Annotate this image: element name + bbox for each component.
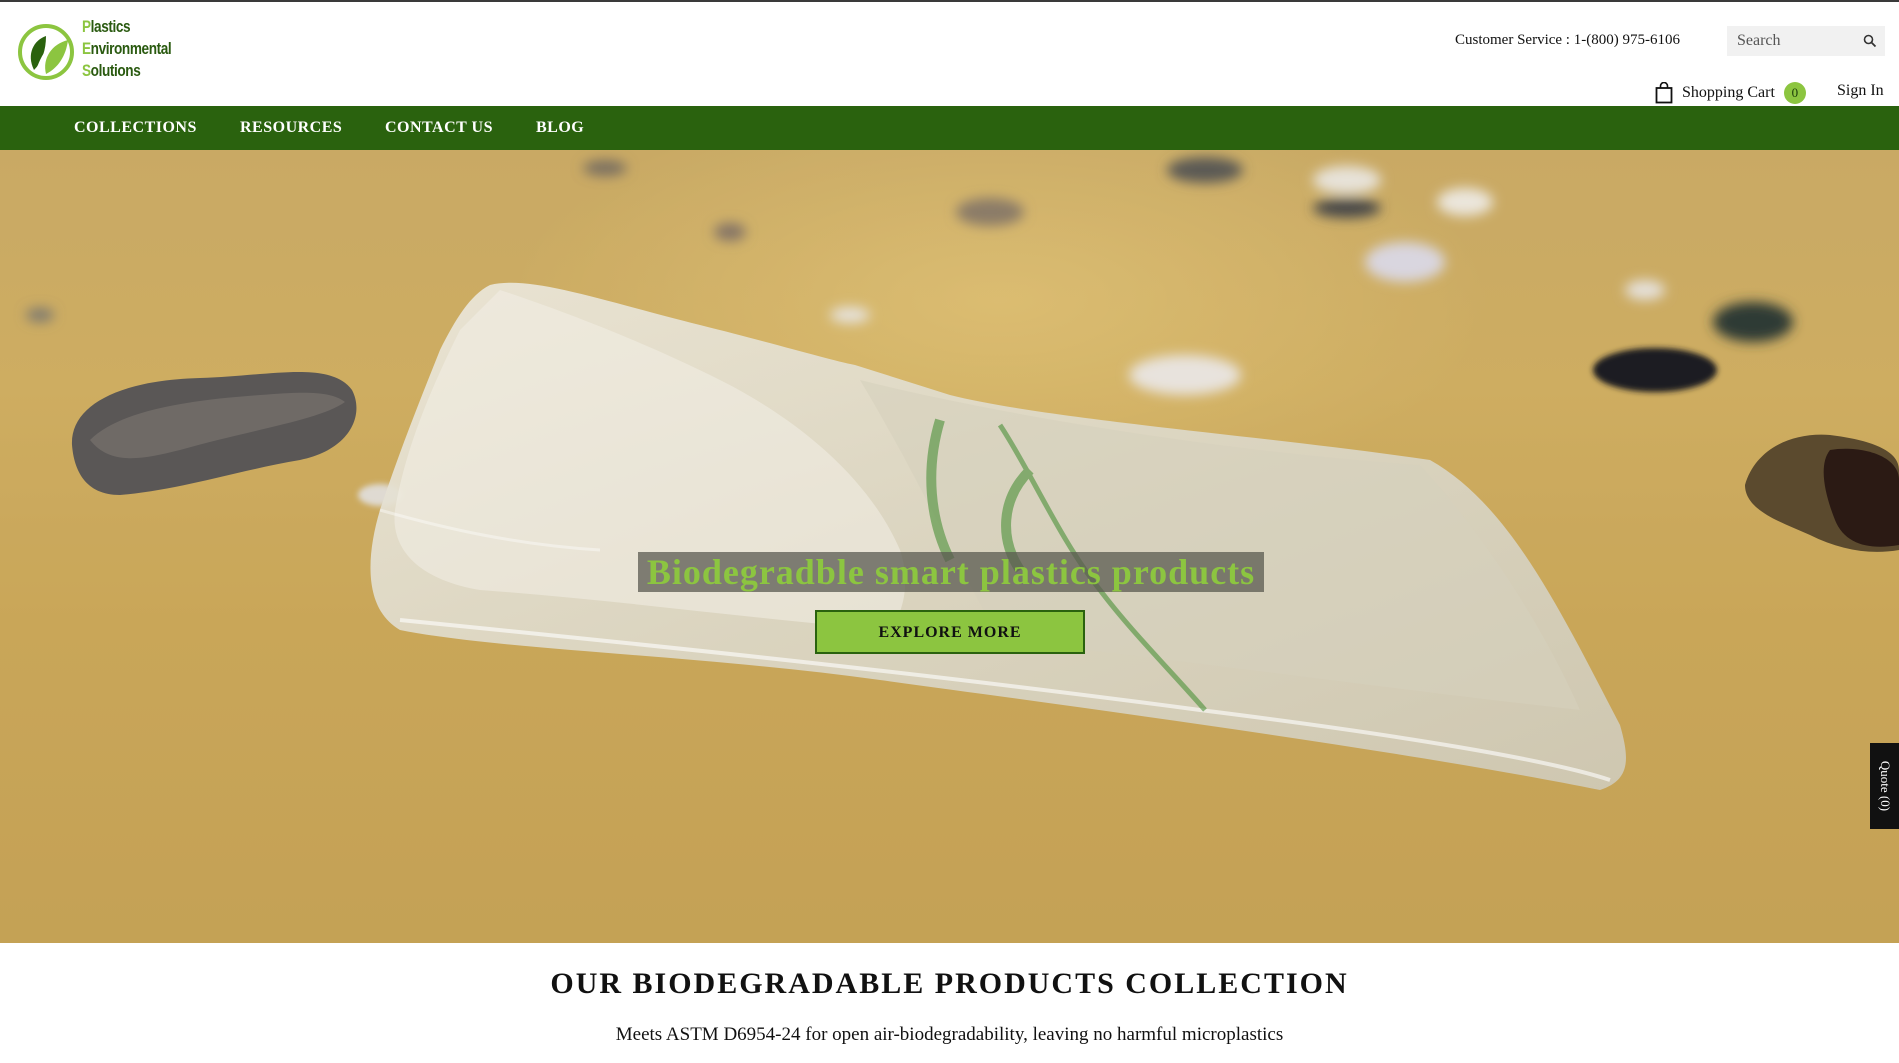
logo-line-1: Plastics [82,17,131,36]
sign-in-link[interactable]: Sign In [1837,82,1884,100]
logo-line-2: Environmental [82,39,172,58]
shopping-cart-link[interactable]: Shopping Cart 0 [1655,80,1806,106]
quote-tab[interactable]: Quote (0) [1870,743,1899,829]
search-input[interactable] [1727,26,1867,56]
nav-blog[interactable]: BLOG [536,106,584,150]
nav-contact-us[interactable]: CONTACT US [385,106,493,150]
site-header: Plastics Environmental Solutions Custome… [0,2,1899,106]
logo-line-3: Solutions [82,61,141,80]
hero-banner: Biodegradble smart plastics products EXP… [0,150,1899,943]
main-nav: COLLECTIONS RESOURCES CONTACT US BLOG [0,106,1899,150]
nav-resources[interactable]: RESOURCES [240,106,342,150]
customer-service-phone: Customer Service : 1-(800) 975-6106 [1455,32,1680,48]
leaf-logo-icon [18,24,74,80]
shopping-bag-icon [1655,82,1673,104]
collection-title: OUR BIODEGRADABLE PRODUCTS COLLECTION [550,967,1349,1000]
hero-headline: Biodegradble smart plastics products [638,552,1264,592]
nav-collections[interactable]: COLLECTIONS [74,106,197,150]
search-icon[interactable] [1863,34,1877,48]
hero-background-image [0,150,1899,943]
cart-count-badge: 0 [1783,82,1806,104]
explore-more-button[interactable]: EXPLORE MORE [815,610,1085,654]
search-box [1727,26,1885,56]
quote-tab-label: Quote (0) [1877,760,1893,812]
logo-wordmark: Plastics Environmental Solutions [82,16,172,82]
shopping-cart-label: Shopping Cart [1682,84,1775,101]
collection-subtitle: Meets ASTM D6954-24 for open air-biodegr… [615,1024,1284,1045]
site-logo[interactable]: Plastics Environmental Solutions [16,14,186,86]
